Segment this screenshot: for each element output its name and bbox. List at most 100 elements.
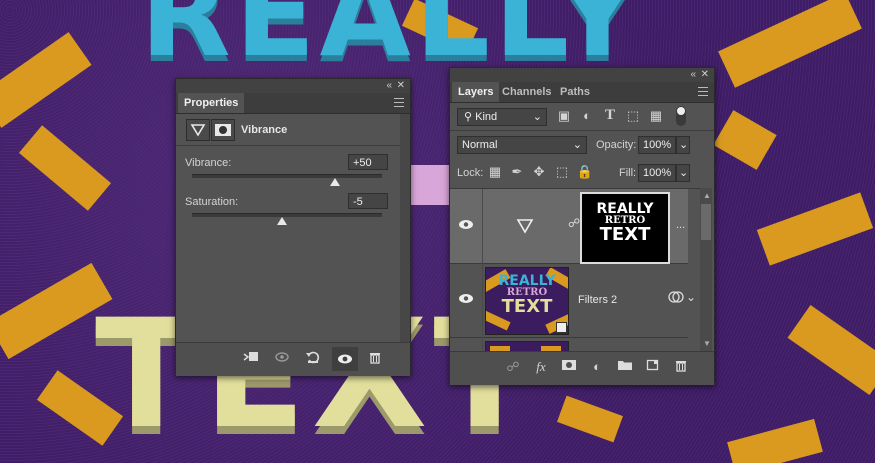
- properties-scrollbar[interactable]: [400, 114, 410, 342]
- filter-type-icon[interactable]: T: [600, 106, 620, 124]
- lock-all-icon[interactable]: 🔒: [576, 163, 594, 181]
- mask-icon[interactable]: [558, 358, 580, 376]
- filter-kind-select[interactable]: ⚲ Kind ⌄: [457, 108, 547, 126]
- scroll-up-icon[interactable]: ▲: [703, 191, 711, 200]
- filter-adjustment-icon[interactable]: ◐: [577, 107, 597, 125]
- tab-paths[interactable]: Paths: [554, 82, 596, 102]
- lock-transparent-pixels-icon[interactable]: ▦: [486, 163, 504, 181]
- search-icon: ⚲: [464, 111, 473, 123]
- scroll-down-icon[interactable]: ▼: [703, 339, 711, 348]
- layer-row-vibrance[interactable]: ☍ REALLY RETRO TEXT ...: [450, 189, 688, 264]
- chevron-down-icon: ⌄: [572, 139, 582, 151]
- layers-panel: « ✕ Layers Channels Paths ⚲ Kind ⌄ ▣ ◐ T…: [449, 67, 715, 385]
- vibrance-adjustment-icon: [516, 218, 534, 237]
- adjustment-title: Vibrance: [241, 124, 288, 136]
- filter-smart-object-icon[interactable]: ▦: [646, 107, 666, 125]
- layer-name[interactable]: Filters 2: [578, 294, 617, 306]
- trash-icon[interactable]: [670, 358, 692, 377]
- opacity-dropdown[interactable]: ⌄: [676, 136, 690, 154]
- trash-icon[interactable]: [364, 350, 386, 369]
- more-options-icon[interactable]: ...: [676, 219, 685, 231]
- tab-properties[interactable]: Properties: [178, 93, 245, 113]
- opacity-label: Opacity:: [596, 139, 637, 151]
- zigzag-shape: [557, 395, 623, 443]
- mask-thumb-text-line3: TEXT: [599, 224, 651, 245]
- canvas-artwork: REALLY TEXT: [0, 0, 875, 463]
- properties-titlebar[interactable]: « ✕: [176, 79, 410, 93]
- chevron-down-icon: ⌄: [532, 111, 542, 123]
- saturation-slider-thumb[interactable]: [277, 217, 288, 225]
- link-icon[interactable]: ☍: [502, 358, 524, 376]
- folder-icon[interactable]: [614, 358, 636, 376]
- layer-row-filters[interactable]: REALLY RETRO TEXT Filters 2 ⌄: [450, 264, 696, 338]
- fill-dropdown[interactable]: ⌄: [676, 164, 690, 182]
- blend-mode-value: Normal: [462, 139, 498, 151]
- tab-channels[interactable]: Channels: [496, 82, 558, 102]
- mask-thumb-text-line1: REALLY: [596, 201, 654, 217]
- adjustment-icon[interactable]: ◐: [586, 358, 608, 376]
- zigzag-shape: [787, 304, 875, 396]
- divider: [450, 130, 714, 131]
- zigzag-shape: [713, 110, 777, 170]
- vibrance-input[interactable]: +50: [348, 154, 388, 170]
- close-icon[interactable]: ✕: [701, 69, 709, 81]
- chevron-down-icon[interactable]: ⌄: [686, 290, 696, 304]
- collapse-icon[interactable]: «: [386, 80, 392, 92]
- fx-icon[interactable]: fx: [530, 358, 552, 376]
- properties-tabbar: Properties: [176, 93, 410, 114]
- close-icon[interactable]: ✕: [397, 80, 405, 92]
- chain-link-icon[interactable]: ☍: [568, 216, 580, 230]
- properties-footer: [176, 342, 410, 376]
- zigzag-shape: [727, 418, 823, 463]
- lock-artboard-icon[interactable]: ⬚: [553, 163, 571, 181]
- clip-to-layer-icon[interactable]: [240, 350, 262, 369]
- thumb-text-line3: TEXT: [501, 296, 553, 317]
- fill-input[interactable]: 100%: [638, 164, 676, 182]
- vibrance-slider-track[interactable]: [192, 174, 382, 178]
- layer-thumbnail: REALLY RETRO TEXT: [485, 267, 569, 335]
- filter-shape-icon[interactable]: ⬚: [623, 107, 643, 125]
- divider: [176, 145, 410, 146]
- layer-list: ☍ REALLY RETRO TEXT ... REALLY RETRO TEX…: [450, 188, 700, 352]
- saturation-label: Saturation:: [185, 196, 239, 208]
- layers-titlebar[interactable]: « ✕: [450, 68, 714, 82]
- zigzag-shape: [756, 192, 874, 266]
- reset-icon[interactable]: [302, 350, 324, 369]
- zigzag-shape: [0, 32, 92, 128]
- new-layer-icon[interactable]: [642, 358, 664, 376]
- thumb-text-line1: REALLY: [498, 273, 556, 289]
- filter-pixel-icon[interactable]: ▣: [554, 107, 574, 125]
- blend-mode-select[interactable]: Normal ⌄: [457, 136, 587, 154]
- panel-menu-icon[interactable]: [698, 87, 708, 96]
- panel-menu-icon[interactable]: [394, 98, 404, 107]
- lock-position-icon[interactable]: ✥: [530, 163, 548, 181]
- visibility-icon[interactable]: [332, 347, 358, 371]
- zigzag-shape: [718, 0, 862, 88]
- vibrance-adjustment-icon: [186, 119, 210, 141]
- zigzag-shape: [18, 125, 112, 211]
- layers-scrollbar[interactable]: ▲ ▼: [700, 188, 712, 351]
- vibrance-label: Vibrance:: [185, 157, 232, 169]
- smart-filters-icon[interactable]: [668, 290, 684, 307]
- layers-tabbar: Layers Channels Paths: [450, 82, 714, 103]
- filter-kind-value: Kind: [475, 111, 498, 123]
- smart-object-icon: [556, 322, 567, 333]
- layers-footer: ☍ fx ◐: [450, 351, 714, 385]
- opacity-input[interactable]: 100%: [638, 136, 676, 154]
- view-previous-state-icon[interactable]: [272, 350, 294, 369]
- layer-mask-icon[interactable]: [211, 119, 235, 141]
- chevron-down-icon: ⌄: [679, 139, 689, 151]
- tab-layers[interactable]: Layers: [452, 82, 500, 102]
- vibrance-slider-thumb[interactable]: [329, 178, 340, 186]
- chevron-down-icon: ⌄: [679, 167, 689, 179]
- scrollbar-thumb[interactable]: [701, 204, 711, 240]
- eye-icon[interactable]: [458, 293, 474, 307]
- layer-row-partial[interactable]: [450, 338, 688, 352]
- lock-image-pixels-icon[interactable]: ✒: [508, 163, 526, 181]
- eye-icon[interactable]: [458, 219, 474, 233]
- layer-mask-thumbnail[interactable]: REALLY RETRO TEXT: [580, 192, 670, 264]
- saturation-input[interactable]: -5: [348, 193, 388, 209]
- collapse-icon[interactable]: «: [690, 69, 696, 81]
- filter-toggle[interactable]: [676, 106, 686, 126]
- properties-panel: « ✕ Properties Vibrance Vibrance: +50 Sa…: [175, 78, 411, 376]
